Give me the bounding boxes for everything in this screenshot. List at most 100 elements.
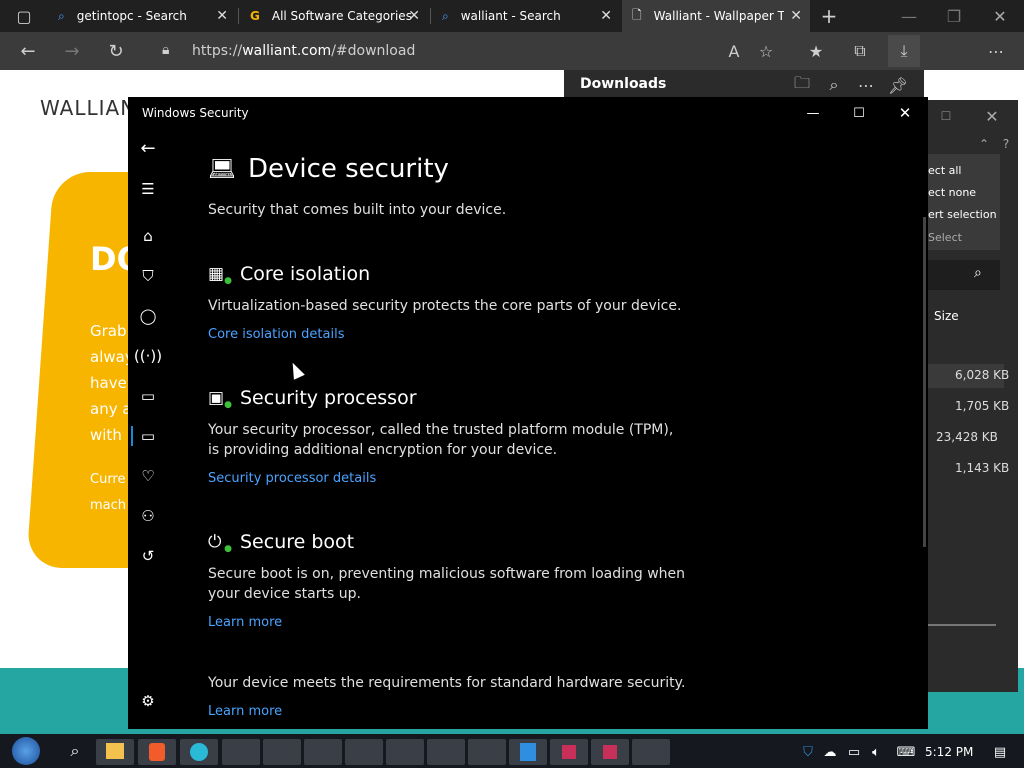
network-icon[interactable]: ▭ bbox=[844, 743, 864, 761]
read-aloud-icon[interactable]: A bbox=[720, 37, 748, 65]
taskbar-clock[interactable]: 5:12 PM bbox=[925, 745, 973, 759]
file-size: 6,028 KB bbox=[955, 368, 1010, 382]
notifications-icon[interactable]: ▤ bbox=[990, 743, 1010, 761]
maximize-icon[interactable]: ☐ bbox=[844, 103, 874, 123]
file-size: 23,428 KB bbox=[936, 430, 998, 444]
windows-security-window: Windows Security — ☐ ✕ ← ☰ ⌂ ⛉ ◯ ((·)) ▭… bbox=[128, 97, 928, 729]
url-path: /#download bbox=[331, 43, 416, 59]
close-icon[interactable]: ✕ bbox=[408, 8, 420, 24]
tab-walliant-wallpaper[interactable]: 🗋 Walliant - Wallpaper Th ✕ bbox=[622, 0, 810, 32]
secure-boot-learn-more-link[interactable]: Learn more bbox=[208, 615, 282, 630]
network-icon[interactable]: ((·)) bbox=[134, 344, 162, 368]
search-icon[interactable]: ⌕ bbox=[56, 736, 94, 766]
history-icon[interactable]: ↺ bbox=[136, 544, 160, 568]
search-icon: ⌕ bbox=[974, 265, 982, 281]
taskbar-app[interactable] bbox=[468, 739, 506, 765]
taskbar-app[interactable] bbox=[263, 739, 301, 765]
taskbar-app[interactable] bbox=[591, 739, 629, 765]
app-browser-icon[interactable]: ▭ bbox=[136, 384, 160, 408]
back-icon[interactable]: ← bbox=[136, 136, 160, 160]
refresh-icon[interactable]: ↻ bbox=[102, 37, 130, 65]
tab-walliant-search[interactable]: ⌕ walliant - Search ✕ bbox=[432, 0, 620, 32]
minimize-icon[interactable]: — bbox=[895, 2, 923, 30]
selected-nav-indicator bbox=[131, 426, 133, 446]
close-icon[interactable]: ✕ bbox=[890, 103, 920, 123]
tab-getintopc-search[interactable]: ⌕ getintopc - Search ✕ bbox=[48, 0, 236, 32]
taskbar-app[interactable] bbox=[345, 739, 383, 765]
favorite-add-icon[interactable]: ☆ bbox=[752, 37, 780, 65]
maximize-icon[interactable]: ☐ bbox=[932, 102, 960, 130]
taskbar-edge[interactable] bbox=[180, 739, 218, 765]
selection-menu: ect all ect none ert selection Select bbox=[928, 154, 1000, 250]
security-tray-icon[interactable]: ⛉ bbox=[798, 743, 818, 761]
back-icon[interactable]: ← bbox=[14, 37, 42, 65]
close-icon[interactable]: ✕ bbox=[790, 8, 802, 24]
account-icon[interactable]: ◯ bbox=[136, 304, 160, 328]
forward-icon[interactable]: → bbox=[58, 37, 86, 65]
tab-separator bbox=[430, 8, 431, 24]
select-all-item[interactable]: ect all bbox=[928, 164, 961, 177]
downloads-icon[interactable]: ⤓ bbox=[888, 35, 920, 67]
page-title-text: Device security bbox=[247, 154, 449, 184]
tab-actions-icon[interactable]: ▢ bbox=[10, 2, 38, 30]
taskbar-app[interactable] bbox=[304, 739, 342, 765]
brave-icon bbox=[149, 743, 165, 761]
section-title: Secure boot bbox=[240, 531, 355, 553]
home-icon[interactable]: ⌂ bbox=[136, 224, 160, 248]
laptop-icon: 💻︎ bbox=[208, 156, 236, 182]
horizontal-scrollbar[interactable] bbox=[928, 624, 996, 626]
close-icon[interactable]: ✕ bbox=[216, 8, 228, 24]
search-icon: ⌕ bbox=[442, 8, 449, 23]
minimize-icon[interactable]: — bbox=[798, 103, 828, 123]
close-icon[interactable]: ✕ bbox=[978, 102, 1006, 130]
close-icon[interactable]: ✕ bbox=[600, 8, 612, 24]
keyboard-icon[interactable]: ⌨ bbox=[896, 743, 916, 761]
url-domain: walliant.com bbox=[242, 43, 332, 59]
favorites-icon[interactable]: ★ bbox=[802, 37, 830, 65]
volume-icon[interactable]: 🔈︎ bbox=[866, 743, 886, 761]
restore-icon[interactable]: ❐ bbox=[940, 2, 968, 30]
content-area: 💻︎ Device security Security that comes b… bbox=[208, 129, 898, 729]
taskbar-app[interactable] bbox=[386, 739, 424, 765]
device-health-icon[interactable]: ♡ bbox=[136, 464, 160, 488]
more-icon[interactable]: ⋯ bbox=[852, 71, 880, 99]
taskbar-file-explorer[interactable] bbox=[96, 739, 134, 765]
search-icon: ⌕ bbox=[58, 8, 65, 23]
taskbar-app[interactable] bbox=[427, 739, 465, 765]
start-button-icon[interactable] bbox=[6, 736, 46, 766]
taskbar-windows-security[interactable] bbox=[509, 739, 547, 765]
edge-icon bbox=[190, 743, 208, 761]
size-column-header[interactable]: Size bbox=[934, 309, 959, 323]
site-logo[interactable]: WALLIAN bbox=[40, 96, 136, 120]
taskbar-app[interactable] bbox=[550, 739, 588, 765]
taskbar-brave[interactable] bbox=[138, 739, 176, 765]
hamburger-menu-icon[interactable]: ☰ bbox=[136, 177, 160, 201]
footer-learn-more-link[interactable]: Learn more bbox=[208, 704, 282, 719]
select-none-item[interactable]: ect none bbox=[928, 186, 976, 199]
explorer-window: ☐ ✕ ⌃ ? ect all ect none ert selection S… bbox=[928, 100, 1018, 692]
core-isolation-details-link[interactable]: Core isolation details bbox=[208, 327, 344, 342]
open-folder-icon[interactable]: 🗀 bbox=[788, 71, 816, 99]
invert-selection-item[interactable]: ert selection bbox=[928, 208, 997, 221]
collections-icon[interactable]: ⧉ bbox=[846, 37, 874, 65]
family-options-icon[interactable]: ⚇ bbox=[136, 504, 160, 528]
cloud-icon[interactable]: ☁ bbox=[820, 743, 840, 761]
taskbar-app[interactable] bbox=[222, 739, 260, 765]
file-size: 1,705 KB bbox=[955, 399, 1010, 413]
search-icon[interactable]: ⌕ bbox=[820, 71, 848, 99]
settings-gear-icon[interactable]: ⚙ bbox=[136, 689, 160, 713]
close-window-icon[interactable]: ✕ bbox=[986, 2, 1014, 30]
taskbar-app[interactable] bbox=[632, 739, 670, 765]
more-icon[interactable]: ⋯ bbox=[982, 37, 1010, 65]
shield-icon[interactable]: ⛉ bbox=[136, 264, 160, 288]
pin-icon[interactable]: 📌︎ bbox=[884, 71, 912, 99]
new-tab-icon[interactable]: + bbox=[815, 2, 843, 30]
hero-footer-line: Curre bbox=[90, 472, 126, 487]
tab-label: All Software Categories bbox=[271, 9, 412, 23]
device-security-icon[interactable]: ▭ bbox=[136, 424, 160, 448]
explorer-search-box[interactable]: ⌕ bbox=[928, 260, 1000, 290]
vertical-scrollbar[interactable] bbox=[923, 217, 926, 547]
address-bar[interactable]: 🔒︎ https://walliant.com/#download bbox=[150, 37, 710, 65]
tab-all-software-categories[interactable]: G All Software Categories ✕ bbox=[240, 0, 428, 32]
security-processor-details-link[interactable]: Security processor details bbox=[208, 471, 376, 486]
